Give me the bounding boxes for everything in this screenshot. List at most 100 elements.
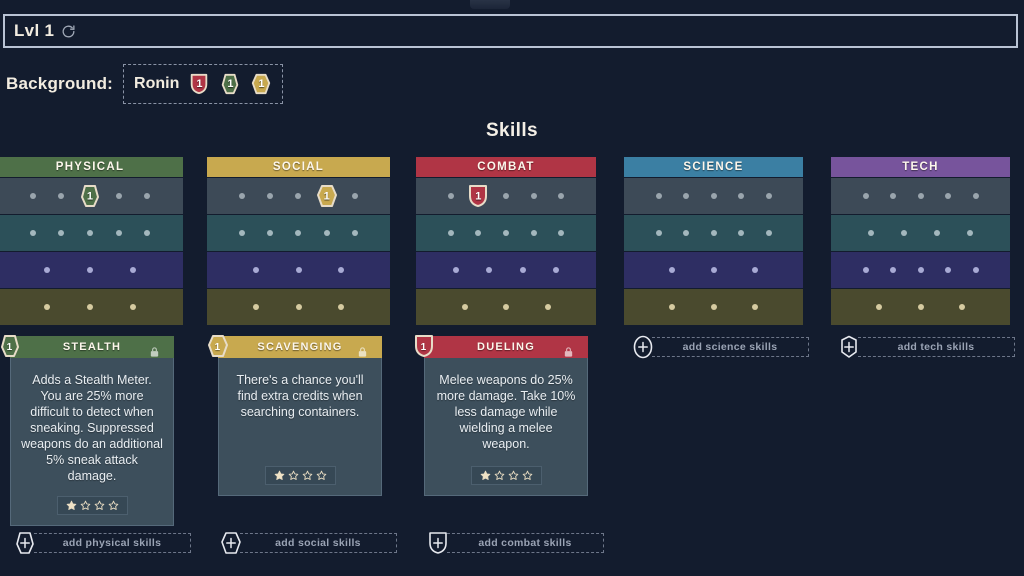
skill-slot-dot[interactable]: [751, 267, 758, 273]
skill-slot-dot[interactable]: [862, 193, 869, 199]
skill-slot-dot[interactable]: [44, 304, 50, 310]
skill-slot-dot[interactable]: [958, 304, 965, 310]
skill-slot-dot[interactable]: [502, 193, 509, 199]
skill-slot-dot[interactable]: [669, 267, 676, 273]
skill-slot-dot[interactable]: [710, 267, 717, 273]
skill-slot-dot[interactable]: [323, 230, 330, 236]
skill-slot-dot[interactable]: [917, 267, 924, 273]
add-skill-button[interactable]: add physical skills: [12, 530, 191, 556]
skill-slot-dot[interactable]: [710, 230, 717, 236]
skill-star-rating: [264, 466, 336, 485]
skill-slot-dot[interactable]: [552, 267, 559, 273]
skill-slot-dot[interactable]: [29, 193, 36, 199]
skill-slot-dot[interactable]: [765, 193, 772, 199]
skill-slot-dot[interactable]: [901, 230, 907, 236]
skill-slot-dot[interactable]: [917, 304, 924, 310]
skill-slot-dot[interactable]: [890, 193, 896, 199]
skill-card[interactable]: 1 SCAVENGING There's a chance you'll find …: [208, 335, 382, 496]
skill-slot-dot[interactable]: [738, 193, 744, 199]
skill-slot-dot[interactable]: [558, 193, 565, 199]
slot-badge: 1: [78, 182, 102, 211]
level-bar: Lvl 1: [3, 14, 1018, 48]
skill-slot-dot[interactable]: [917, 193, 924, 199]
skill-slot-dot[interactable]: [239, 230, 246, 236]
skill-slot-dot[interactable]: [130, 267, 136, 273]
background-selector[interactable]: Ronin 111: [123, 64, 284, 104]
skill-slot-dot[interactable]: [86, 230, 93, 236]
skill-slot-dot[interactable]: [58, 230, 65, 236]
skill-column-combat: COMBAT 1: [416, 157, 596, 325]
skill-slot-dot[interactable]: [751, 304, 758, 310]
skill-card[interactable]: 1 DUELING Melee weapons do 25% more damage…: [415, 335, 588, 496]
skill-slot-dot[interactable]: [945, 267, 951, 273]
skill-slot-dot[interactable]: [267, 193, 274, 199]
skill-slot-dot[interactable]: [351, 230, 358, 236]
skill-slot-dot[interactable]: [295, 230, 302, 236]
skills-screen: Lvl 1 Background: Ronin 111 Skills PHYSI…: [0, 0, 1024, 576]
skill-slot-dot[interactable]: [519, 267, 526, 273]
skill-slot-dot[interactable]: [461, 304, 468, 310]
skill-slot-dot[interactable]: [683, 193, 689, 199]
skill-slot-dot[interactable]: [683, 230, 689, 236]
skill-slot-dot[interactable]: [475, 230, 482, 236]
skill-slot-dot[interactable]: [934, 230, 940, 236]
slot-badge: 1: [466, 182, 490, 211]
skill-slot-dot[interactable]: [502, 230, 509, 236]
skill-slot-dot[interactable]: [655, 193, 662, 199]
add-skill-button[interactable]: add science skills: [630, 334, 809, 360]
skill-slot-dot[interactable]: [972, 267, 979, 273]
skill-slot-dot[interactable]: [738, 230, 744, 236]
skill-slot-dot[interactable]: [486, 267, 493, 273]
skill-slot-dot[interactable]: [253, 304, 260, 310]
skill-slot-dot[interactable]: [669, 304, 676, 310]
skill-slot-dot[interactable]: [87, 267, 93, 273]
skill-slot-dot[interactable]: [868, 230, 874, 236]
skill-slot-dot[interactable]: [295, 193, 302, 199]
add-skill-button[interactable]: add combat skills: [425, 530, 604, 556]
add-skill-button[interactable]: add tech skills: [836, 334, 1015, 360]
skill-slot-dot[interactable]: [351, 193, 358, 199]
skill-slot-dot[interactable]: [876, 304, 883, 310]
skill-slot-dot[interactable]: [710, 193, 717, 199]
skill-slot-dot[interactable]: [447, 230, 454, 236]
skill-column-tech: TECH: [831, 157, 1010, 325]
skill-slot-dot[interactable]: [337, 267, 344, 273]
skill-slot-dot[interactable]: [295, 267, 302, 273]
skill-slot-dot[interactable]: [87, 304, 93, 310]
skill-slot-dot[interactable]: [130, 304, 136, 310]
skill-slot-dot[interactable]: [453, 267, 460, 273]
skill-slot-dot[interactable]: [503, 304, 509, 310]
refresh-icon[interactable]: [61, 24, 76, 39]
skill-slot-dot[interactable]: [890, 267, 896, 273]
skill-card[interactable]: 1 STEALTH Adds a Stealth Meter. You are 25…: [1, 335, 174, 526]
skill-slot-dot[interactable]: [144, 193, 151, 199]
skill-slot-dot[interactable]: [530, 193, 537, 199]
skill-slot-dot[interactable]: [967, 230, 973, 236]
skill-description: Adds a Stealth Meter. You are 25% more d…: [21, 373, 163, 483]
skill-slot-dot[interactable]: [44, 267, 50, 273]
skill-slot-dot[interactable]: [972, 193, 979, 199]
skill-slot-dot[interactable]: [710, 304, 717, 310]
skill-slot-dot[interactable]: [765, 230, 772, 236]
skill-slot-dot[interactable]: [239, 193, 246, 199]
skill-slot-dot[interactable]: [655, 230, 662, 236]
skill-slot-dot[interactable]: [267, 230, 274, 236]
skill-slot-dot[interactable]: [558, 230, 565, 236]
skill-slot-dot[interactable]: [144, 230, 151, 236]
skill-slot-dot[interactable]: [115, 193, 122, 199]
page-title: Skills: [485, 120, 539, 141]
skill-slot-dot[interactable]: [447, 193, 454, 199]
skill-slot-dot[interactable]: [530, 230, 537, 236]
skill-slot-dot[interactable]: [115, 230, 122, 236]
skill-slot-dot[interactable]: [544, 304, 551, 310]
skill-card-header: 1 SCAVENGING: [208, 335, 382, 358]
skill-slot-dot[interactable]: [945, 193, 951, 199]
skill-slot-dot[interactable]: [29, 230, 36, 236]
skill-slot-dot[interactable]: [295, 304, 302, 310]
add-skill-button[interactable]: add social skills: [218, 530, 397, 556]
skill-slot-dot[interactable]: [253, 267, 260, 273]
add-skill-label: add physical skills: [34, 533, 191, 553]
skill-slot-dot[interactable]: [58, 193, 65, 199]
skill-slot-dot[interactable]: [862, 267, 869, 273]
skill-slot-dot[interactable]: [337, 304, 344, 310]
